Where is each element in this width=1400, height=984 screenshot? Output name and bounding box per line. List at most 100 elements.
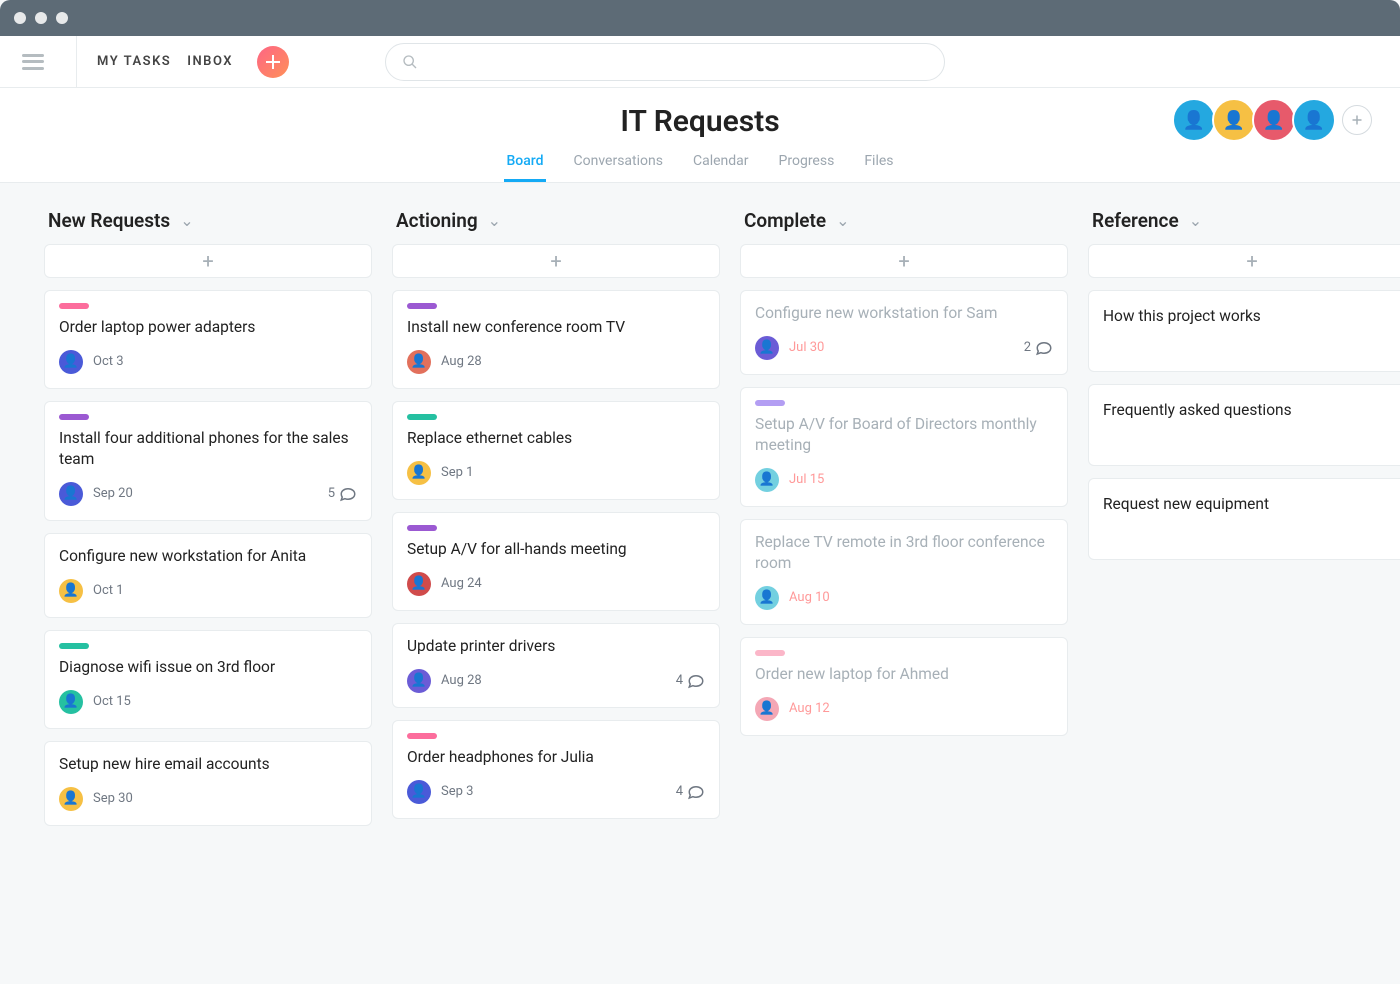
task-card[interactable]: Configure new workstation for Anita 👤 Oct …: [44, 533, 372, 618]
task-card[interactable]: Setup A/V for all-hands meeting👤Aug 24: [392, 512, 720, 611]
assignee-avatar[interactable]: 👤: [407, 461, 431, 485]
assignee-avatar[interactable]: 👤: [59, 482, 83, 506]
person-icon: 👤: [411, 576, 427, 591]
assignee-avatar[interactable]: 👤: [59, 787, 83, 811]
divider: [76, 36, 77, 88]
assignee-avatar[interactable]: 👤: [407, 780, 431, 804]
due-date: Aug 28: [441, 673, 482, 688]
traffic-minimize[interactable]: [35, 12, 47, 24]
task-card[interactable]: Setup A/V for Board of Directors monthly…: [740, 387, 1068, 507]
due-date: Oct 15: [93, 694, 131, 709]
comment-count[interactable]: 4: [676, 783, 705, 801]
project-header: IT Requests 👤👤👤👤 BoardConversationsCalen…: [0, 88, 1400, 183]
assignee-avatar[interactable]: 👤: [59, 690, 83, 714]
chevron-down-icon: ⌄: [180, 211, 193, 230]
assignee-avatar[interactable]: 👤: [755, 468, 779, 492]
task-title: Configure new workstation for Anita: [59, 546, 357, 567]
assignee-avatar[interactable]: 👤: [407, 350, 431, 374]
tab-conversations[interactable]: Conversations: [572, 153, 665, 182]
assignee-avatar[interactable]: 👤: [59, 350, 83, 374]
task-title: Replace TV remote in 3rd floor conferenc…: [755, 532, 1053, 574]
task-title: Setup A/V for Board of Directors monthly…: [755, 414, 1053, 456]
add-card-button[interactable]: +: [740, 244, 1068, 278]
column-header[interactable]: Complete⌄: [740, 209, 1068, 232]
tab-files[interactable]: Files: [862, 153, 895, 182]
menu-toggle[interactable]: [22, 54, 44, 70]
task-card[interactable]: Order new laptop for Ahmed👤Aug 12: [740, 637, 1068, 736]
comment-icon: [687, 672, 705, 690]
tab-calendar[interactable]: Calendar: [691, 153, 751, 182]
task-card[interactable]: Install new conference room TV 👤Aug 28: [392, 290, 720, 389]
due-date: Sep 1: [441, 465, 473, 480]
assignee-avatar[interactable]: 👤: [407, 669, 431, 693]
comment-icon: [1035, 339, 1053, 357]
due-date: Aug 12: [789, 701, 830, 716]
task-card[interactable]: Install four additional phones for the s…: [44, 401, 372, 521]
assignee-avatar[interactable]: 👤: [59, 579, 83, 603]
due-date: Oct 1: [93, 583, 124, 598]
comment-count[interactable]: 4: [676, 672, 705, 690]
task-card[interactable]: Request new equipment: [1088, 478, 1400, 560]
assignee-avatar[interactable]: 👤: [755, 586, 779, 610]
add-card-button[interactable]: +: [1088, 244, 1400, 278]
tag-pill: [407, 525, 437, 531]
task-card[interactable]: Order headphones for Julia👤Sep 34: [392, 720, 720, 819]
assignee-avatar[interactable]: 👤: [407, 572, 431, 596]
traffic-close[interactable]: [14, 12, 26, 24]
task-card[interactable]: Setup new hire email accounts👤Sep 30: [44, 741, 372, 826]
assignee-avatar[interactable]: 👤: [755, 697, 779, 721]
board: New Requests⌄ + Order laptop power adapter…: [0, 183, 1400, 838]
nav-my-tasks[interactable]: MY TASKS: [97, 54, 171, 69]
due-date: Aug 24: [441, 576, 482, 591]
task-card[interactable]: Replace TV remote in 3rd floor conferenc…: [740, 519, 1068, 625]
due-date: Sep 3: [441, 784, 473, 799]
add-card-button[interactable]: +: [44, 244, 372, 278]
column-header[interactable]: New Requests⌄: [44, 209, 372, 232]
comment-count[interactable]: 2: [1024, 339, 1053, 357]
quick-add-button[interactable]: [257, 46, 289, 78]
column-header[interactable]: Actioning⌄: [392, 209, 720, 232]
member-avatar[interactable]: 👤: [1252, 98, 1296, 142]
member-avatar[interactable]: 👤: [1172, 98, 1216, 142]
task-meta: 👤Aug 28: [407, 350, 705, 374]
task-card[interactable]: Frequently asked questions: [1088, 384, 1400, 466]
person-icon: 👤: [411, 673, 427, 688]
person-icon: 👤: [759, 472, 775, 487]
tab-progress[interactable]: Progress: [777, 153, 837, 182]
search-icon: [402, 54, 418, 70]
topbar: MY TASKS INBOX: [0, 36, 1400, 88]
column: Reference⌄ + How this project works Frequen…: [1088, 209, 1400, 838]
person-icon: 👤: [1223, 110, 1245, 131]
tab-board[interactable]: Board: [504, 153, 545, 182]
task-card[interactable]: Diagnose wifi issue on 3rd floor👤Oct 15: [44, 630, 372, 729]
plus-icon: [265, 54, 281, 70]
task-title: Install new conference room TV: [407, 317, 705, 338]
due-date: Jul 15: [789, 472, 824, 487]
column-header[interactable]: Reference⌄: [1088, 209, 1400, 232]
nav-inbox[interactable]: INBOX: [187, 54, 233, 69]
person-icon: 👤: [1263, 110, 1285, 131]
assignee-avatar[interactable]: 👤: [755, 336, 779, 360]
chevron-down-icon: ⌄: [1189, 211, 1202, 230]
project-members: 👤👤👤👤: [1176, 98, 1372, 142]
task-card[interactable]: Configure new workstation for Sam👤Jul 30…: [740, 290, 1068, 375]
traffic-zoom[interactable]: [56, 12, 68, 24]
task-card[interactable]: Update printer drivers👤Aug 284: [392, 623, 720, 708]
comment-icon: [687, 783, 705, 801]
search-input[interactable]: [385, 43, 945, 81]
member-avatar[interactable]: 👤: [1292, 98, 1336, 142]
member-avatar[interactable]: 👤: [1212, 98, 1256, 142]
task-meta: 👤 Sep 3 4: [407, 780, 705, 804]
add-card-button[interactable]: +: [392, 244, 720, 278]
task-meta: 👤 Oct 15: [59, 690, 357, 714]
task-title: Configure new workstation for Sam: [755, 303, 1053, 324]
add-member-button[interactable]: [1342, 105, 1372, 135]
comment-count[interactable]: 5: [328, 485, 357, 503]
task-card[interactable]: Order laptop power adapters👤Oct 3: [44, 290, 372, 389]
tag-pill: [59, 303, 89, 309]
tag-pill: [755, 650, 785, 656]
person-icon: 👤: [63, 694, 79, 709]
task-card[interactable]: Replace ethernet cables👤Sep 1: [392, 401, 720, 500]
task-card[interactable]: How this project works: [1088, 290, 1400, 372]
person-icon: 👤: [63, 791, 79, 806]
